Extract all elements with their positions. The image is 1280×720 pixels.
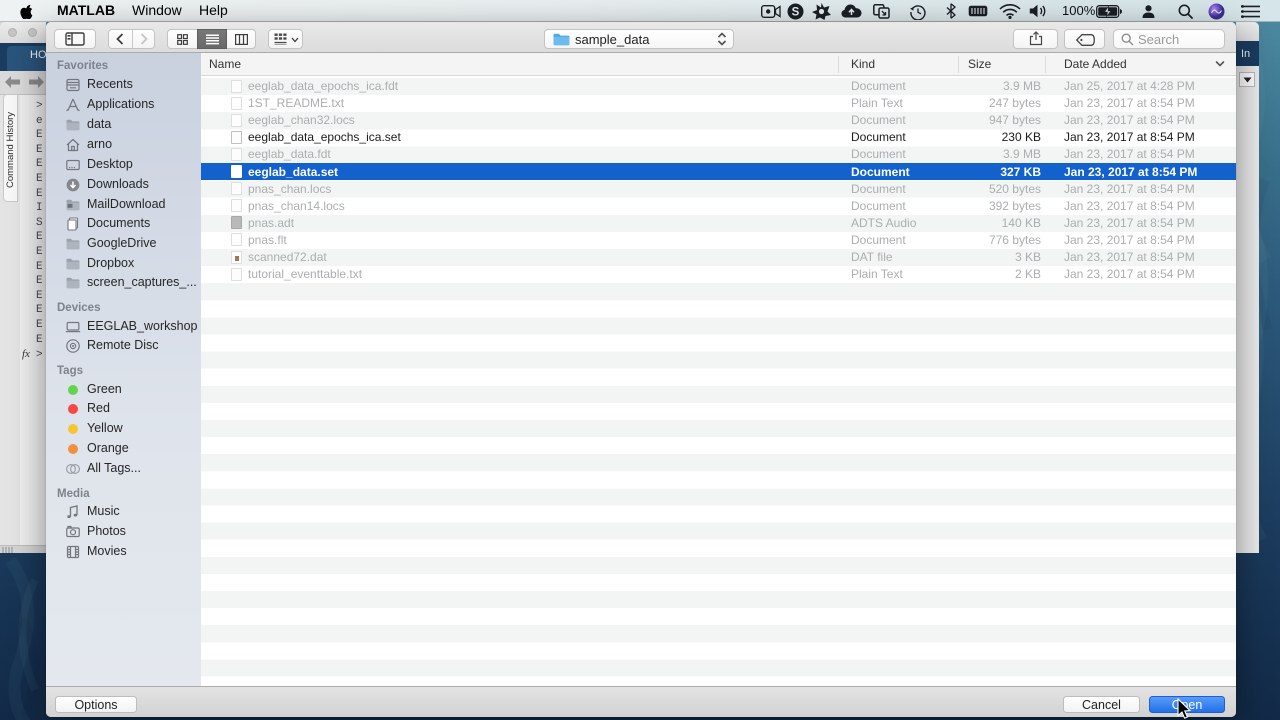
svg-text:S: S: [792, 7, 800, 19]
